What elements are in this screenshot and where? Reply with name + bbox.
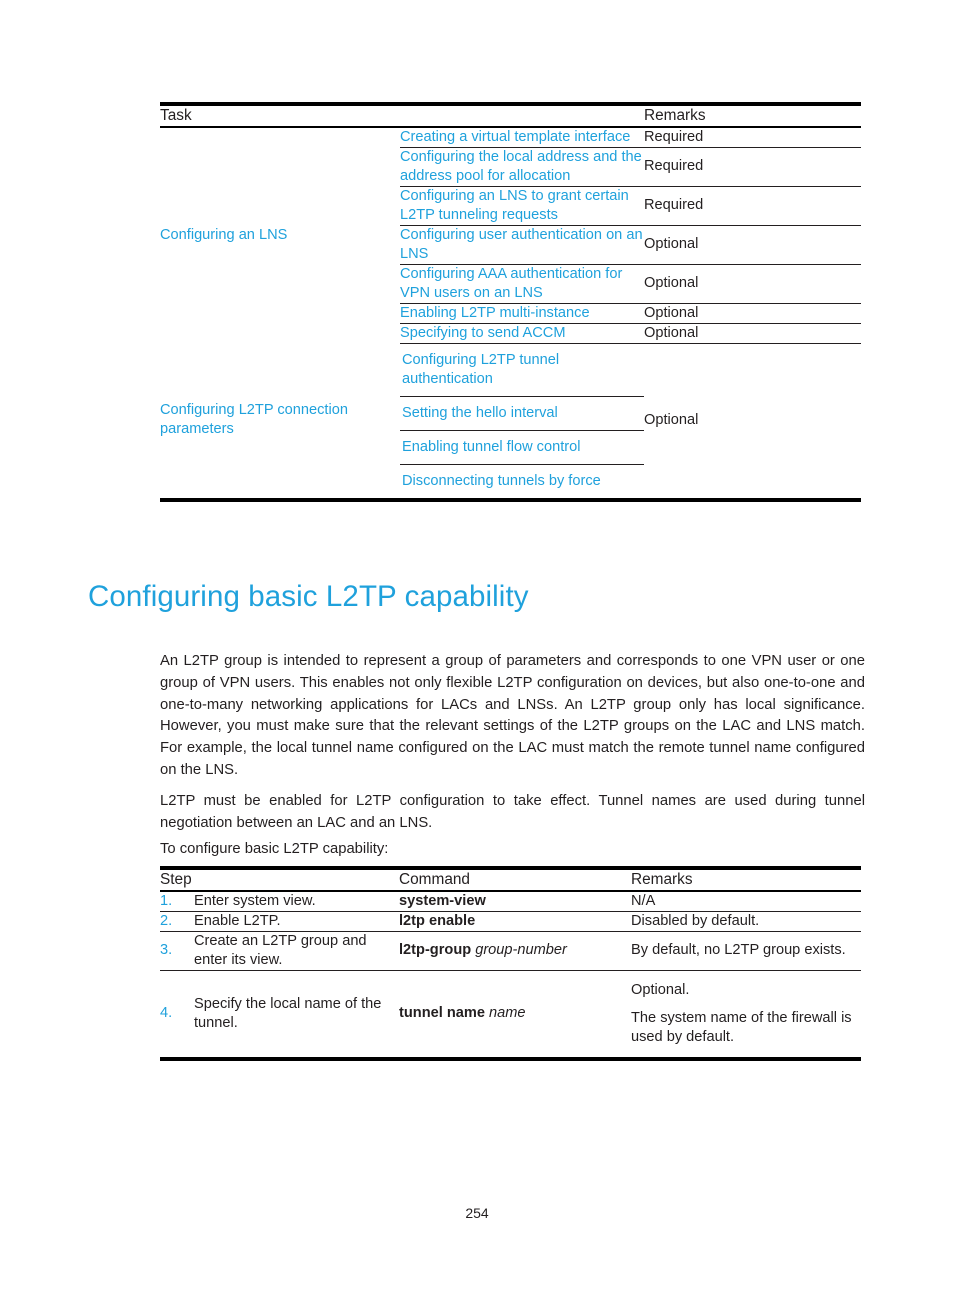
column-header-remarks: Remarks <box>631 871 693 888</box>
step-command: system-view <box>399 891 631 912</box>
configuration-steps-table: Step Command Remarks 1. Enter system vie… <box>160 866 861 1061</box>
table-row: Disconnecting tunnels by force <box>400 464 644 497</box>
task-table-body: Configuring an LNS Creating a virtual te… <box>160 127 861 500</box>
table-row: 2. Enable L2TP. l2tp enable Disabled by … <box>160 911 861 932</box>
body-paragraph-2: L2TP must be enabled for L2TP configurat… <box>160 792 865 831</box>
step-description: Specify the local name of the tunnel. <box>194 995 382 1031</box>
step-number: 4. <box>160 1005 173 1022</box>
task-link[interactable]: Creating a virtual template interface <box>400 127 644 148</box>
task-link[interactable]: Configuring AAA authentication for VPN u… <box>400 264 644 304</box>
command-keyword: system-view <box>399 893 486 910</box>
step-description: Create an L2TP group and enter its view. <box>194 931 399 971</box>
task-link[interactable]: Enabling tunnel flow control <box>400 430 644 465</box>
step-table-head: Step Command Remarks <box>160 868 861 892</box>
step-description: Enable L2TP. <box>194 911 399 932</box>
column-header-step: Step <box>160 871 192 888</box>
command-argument: group-number <box>471 942 567 959</box>
task-link[interactable]: Setting the hello interval <box>400 396 644 431</box>
task-remark: Optional <box>644 264 861 304</box>
command-argument: name <box>484 1005 526 1022</box>
body-paragraph-1: An L2TP group is intended to represent a… <box>160 652 865 779</box>
table-header-row: Step Command Remarks <box>160 868 861 892</box>
table-row: 1. Enter system view. system-view N/A <box>160 891 861 912</box>
table-row: 4. Specify the local name of the tunnel.… <box>160 970 861 1059</box>
task-link[interactable]: Configuring an LNS to grant certain L2TP… <box>400 186 644 226</box>
task-link[interactable]: Configuring the local address and the ad… <box>400 147 644 187</box>
command-keyword: tunnel name <box>399 1005 485 1022</box>
task-remark: Required <box>644 186 861 226</box>
remark-line: Disabled by default. <box>631 912 760 929</box>
table-row: Enabling tunnel flow control <box>400 430 644 465</box>
step-command: l2tp enable <box>399 911 631 932</box>
task-group-label-conn-params[interactable]: Configuring L2TP connection parameters <box>160 343 400 499</box>
step-table-body: 1. Enter system view. system-view N/A 2.… <box>160 891 861 1059</box>
table-row: 3. Create an L2TP group and enter its vi… <box>160 931 861 971</box>
step-remarks: Disabled by default. <box>631 911 861 932</box>
task-link[interactable]: Enabling L2TP multi-instance <box>400 303 644 324</box>
column-header-spacer <box>400 104 644 127</box>
column-header-command: Command <box>399 871 470 888</box>
step-command: tunnel name name <box>399 970 631 1058</box>
task-table-head: Task Remarks <box>160 104 861 128</box>
table-header-row: Task Remarks <box>160 104 861 128</box>
task-subtable-cell: Configuring L2TP tunnel authentication S… <box>400 343 644 499</box>
body-paragraph-3: To configure basic L2TP capability: <box>160 840 389 857</box>
task-link[interactable]: Configuring L2TP tunnel authentication <box>400 343 644 397</box>
table-row: Configuring L2TP connection parameters C… <box>160 343 861 500</box>
command-keyword: l2tp-group <box>399 942 472 959</box>
task-group-label-lns[interactable]: Configuring an LNS <box>160 127 400 343</box>
connection-parameter-subtable: Configuring L2TP tunnel authentication S… <box>400 343 644 498</box>
table-row: Setting the hello interval <box>400 396 644 431</box>
task-overview-table: Task Remarks Configuring an LNS Creating… <box>160 102 861 502</box>
step-remarks: Optional. The system name of the firewall… <box>631 970 861 1058</box>
table-row: Configuring L2TP tunnel authentication <box>400 343 644 397</box>
step-description: Enter system view. <box>194 891 399 912</box>
task-remark: Optional <box>644 225 861 265</box>
column-header-task: Task <box>160 107 192 124</box>
task-link[interactable]: Specifying to send ACCM <box>400 323 644 344</box>
task-remark-shared: Optional <box>644 412 699 429</box>
task-remark: Optional <box>644 323 861 344</box>
task-link[interactable]: Configuring user authentication on an LN… <box>400 225 644 265</box>
table-row: Configuring an LNS Creating a virtual te… <box>160 127 861 243</box>
task-remark: Required <box>644 127 861 148</box>
step-remarks: By default, no L2TP group exists. <box>631 931 861 971</box>
page-title: Configuring basic L2TP capability <box>88 580 529 613</box>
remark-line: N/A <box>631 893 656 910</box>
task-link[interactable]: Disconnecting tunnels by force <box>400 464 644 497</box>
column-header-remarks: Remarks <box>644 107 706 124</box>
remark-line: The system name of the firewall is used … <box>631 1009 852 1045</box>
task-remark: Optional <box>644 303 861 324</box>
step-number: 1. <box>160 891 194 912</box>
step-remarks: N/A <box>631 891 861 912</box>
remark-line: By default, no L2TP group exists. <box>631 942 846 959</box>
page-number: 254 <box>465 1205 489 1221</box>
task-remark: Required <box>644 147 861 187</box>
command-keyword: l2tp enable <box>399 912 476 929</box>
step-number: 3. <box>160 931 194 971</box>
document-page: Task Remarks Configuring an LNS Creating… <box>0 0 954 1296</box>
step-number: 2. <box>160 911 194 932</box>
step-command: l2tp-group group-number <box>399 931 631 971</box>
remark-line: Optional. <box>631 981 690 998</box>
